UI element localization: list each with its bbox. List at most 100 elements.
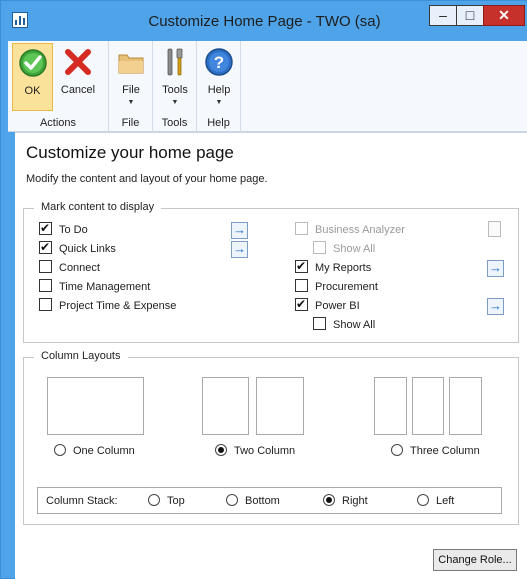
to-do-details-arrow-button[interactable]: → [231, 222, 248, 239]
radio-label: Three Column [410, 445, 480, 457]
column-stack-label: Column Stack: [46, 495, 118, 507]
checkbox-time-management[interactable]: Time Management [39, 279, 150, 295]
ribbon-group-help: ? Help ▼ Help [197, 41, 241, 132]
power-bi-details-arrow-button[interactable]: → [487, 298, 504, 315]
one-column-layout-preview[interactable] [47, 377, 144, 435]
radio-stack-bottom[interactable]: Bottom [226, 494, 280, 510]
column-layouts-legend: Column Layouts [34, 350, 128, 362]
checkbox-label: Show All [333, 243, 376, 255]
help-menu-button[interactable]: ? Help ▼ [201, 43, 237, 111]
file-menu-button[interactable]: File ▼ [113, 43, 149, 111]
checkbox-box [295, 222, 308, 235]
checkbox-box[interactable] [295, 279, 308, 292]
page-description: Modify the content and layout of your ho… [26, 173, 268, 185]
ribbon-group-file: File ▼ File [109, 41, 153, 132]
title-bar: Customize Home Page - TWO (sa) – □ ✕ [1, 1, 527, 41]
radio-three-column[interactable]: Three Column [391, 444, 480, 460]
radio-stack-left[interactable]: Left [417, 494, 454, 510]
cancel-x-icon [65, 49, 91, 75]
my-reports-details-arrow-button[interactable]: → [487, 260, 504, 277]
ok-label: OK [24, 85, 41, 97]
radio-button[interactable] [323, 494, 335, 506]
tools-menu-button[interactable]: Tools ▼ [157, 43, 193, 111]
radio-label: Top [167, 495, 185, 507]
two-column-layout-preview-left[interactable] [202, 377, 249, 435]
radio-one-column[interactable]: One Column [54, 444, 135, 460]
checkbox-box[interactable] [39, 298, 52, 311]
radio-button[interactable] [215, 444, 227, 456]
tools-icon [167, 48, 183, 76]
change-role-button[interactable]: Change Role... [433, 549, 517, 571]
radio-button[interactable] [148, 494, 160, 506]
help-label: Help [207, 84, 231, 96]
three-column-layout-preview-3[interactable] [449, 377, 482, 435]
ribbon-group-actions: OK Cancel Actions [8, 41, 109, 132]
ribbon-group-tools: Tools ▼ Tools [153, 41, 197, 132]
checkbox-box[interactable] [295, 297, 308, 311]
checkbox-power-bi[interactable]: Power BI [295, 297, 360, 314]
checkbox-quick-links[interactable]: Quick Links [39, 240, 116, 257]
checkbox-label: My Reports [315, 262, 372, 274]
checkbox-label: To Do [59, 224, 88, 236]
tools-label: Tools [162, 84, 188, 96]
checkbox-box[interactable] [313, 317, 326, 330]
checkbox-box[interactable] [39, 221, 52, 235]
help-icon: ? [205, 48, 233, 76]
checkbox-box[interactable] [39, 240, 52, 254]
checkbox-label: Time Management [59, 281, 151, 293]
checkbox-project-time-expense[interactable]: Project Time & Expense [39, 298, 176, 314]
radio-label: Two Column [234, 445, 296, 457]
radio-stack-right[interactable]: Right [323, 494, 368, 510]
maximize-button[interactable]: □ [456, 5, 484, 26]
radio-button[interactable] [54, 444, 66, 456]
checkbox-label: Procurement [315, 281, 378, 293]
radio-label: Bottom [245, 495, 280, 507]
radio-label: Left [436, 495, 455, 507]
radio-button[interactable] [391, 444, 403, 456]
chevron-down-icon: ▼ [215, 99, 223, 106]
close-button[interactable]: ✕ [483, 5, 525, 26]
checkbox-label: Business Analyzer [315, 224, 405, 236]
checkbox-to-do[interactable]: To Do [39, 221, 88, 238]
ribbon-group-label-help: Help [207, 117, 230, 129]
customize-home-page-window: Customize Home Page - TWO (sa) – □ ✕ OK … [0, 0, 527, 579]
radio-button[interactable] [417, 494, 429, 506]
chevron-down-icon: ▼ [127, 99, 135, 106]
radio-stack-top[interactable]: Top [148, 494, 185, 510]
two-column-layout-preview-right[interactable] [256, 377, 304, 435]
content-panel: Customize your home page Modify the cont… [15, 132, 527, 579]
checkbox-box[interactable] [295, 259, 308, 273]
ribbon-group-label-tools: Tools [161, 117, 188, 129]
minimize-button[interactable]: – [429, 5, 457, 26]
radio-button[interactable] [226, 494, 238, 506]
radio-two-column[interactable]: Two Column [215, 444, 295, 460]
checkbox-label: Power BI [315, 300, 360, 312]
ribbon: OK Cancel Actions File ▼ File Tools ▼ To… [8, 41, 527, 132]
checkbox-box[interactable] [39, 260, 52, 273]
ok-checkmark-icon [19, 49, 47, 77]
ribbon-group-label-actions: Actions [39, 117, 77, 129]
checkbox-my-reports[interactable]: My Reports [295, 259, 372, 276]
ribbon-group-label-file: File [121, 117, 140, 129]
checkbox-procurement[interactable]: Procurement [295, 279, 378, 295]
page-title: Customize your home page [26, 143, 234, 162]
svg-text:?: ? [214, 53, 224, 72]
three-column-layout-preview-2[interactable] [412, 377, 444, 435]
radio-label: Right [342, 495, 368, 507]
checkbox-box [313, 241, 326, 254]
checkbox-label: Quick Links [59, 243, 116, 255]
quick-links-details-arrow-button[interactable]: → [231, 241, 248, 258]
checkbox-connect[interactable]: Connect [39, 260, 100, 276]
chevron-down-icon: ▼ [171, 99, 179, 106]
checkbox-box[interactable] [39, 279, 52, 292]
folder-icon [118, 54, 144, 74]
three-column-layout-preview-1[interactable] [374, 377, 407, 435]
column-stack-group: Column Stack: Top Bottom Right Left [37, 487, 502, 514]
checkbox-label: Project Time & Expense [59, 300, 177, 312]
file-label: File [122, 84, 140, 96]
checkbox-power-bi-show-all[interactable]: Show All [313, 317, 375, 333]
business-analyzer-icon [488, 221, 501, 237]
cancel-button[interactable]: Cancel [55, 43, 101, 111]
ok-button[interactable]: OK [12, 43, 53, 111]
mark-content-group: Mark content to display To Do Quick Link… [23, 201, 519, 343]
